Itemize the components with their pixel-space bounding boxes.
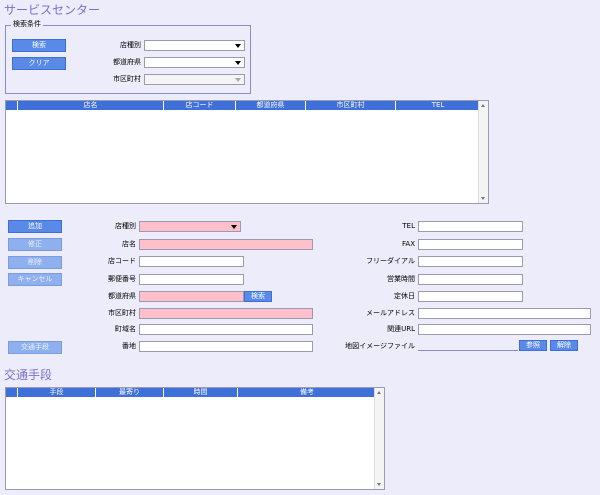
- column-transport-means[interactable]: 手段: [18, 388, 96, 397]
- column-notes[interactable]: 備考: [238, 388, 376, 397]
- holiday-label: 定休日: [394, 292, 415, 300]
- prefecture-input[interactable]: [139, 291, 244, 302]
- map-image-file-path: [418, 350, 518, 351]
- delete-button[interactable]: 削除: [8, 256, 62, 269]
- business-hours-label: 営業時間: [387, 275, 415, 283]
- tel-label: TEL: [402, 222, 415, 230]
- store-results-table[interactable]: 店名 店コード 都道府県 市区町村 TEL: [5, 100, 489, 204]
- clear-button[interactable]: クリア: [12, 57, 66, 70]
- prefecture-label: 都道府県: [108, 292, 136, 300]
- postal-code-input[interactable]: [139, 274, 244, 285]
- browse-button[interactable]: 参照: [519, 340, 547, 351]
- store-table-header: 店名 店コード 都道府県 市区町村 TEL: [6, 101, 480, 110]
- holiday-input[interactable]: [418, 291, 523, 302]
- column-store-name[interactable]: 店名: [18, 101, 164, 110]
- email-label: メールアドレス: [366, 309, 415, 317]
- scroll-up-icon[interactable]: [377, 391, 381, 394]
- cancel-button[interactable]: キャンセル: [8, 273, 62, 286]
- scroll-down-icon[interactable]: [377, 483, 381, 486]
- store-table-scrollbar[interactable]: [478, 101, 488, 203]
- column-tel[interactable]: TEL: [396, 101, 480, 110]
- address-label: 番地: [122, 342, 136, 350]
- postal-code-label: 郵便番号: [108, 275, 136, 283]
- search-store-type-label: 店種別: [120, 41, 141, 49]
- prefecture-search-button[interactable]: 検索: [244, 291, 272, 302]
- column-time[interactable]: 時間: [164, 388, 238, 397]
- fax-label: FAX: [402, 240, 415, 248]
- map-image-file-label: 地図イメージファイル: [345, 342, 415, 350]
- chevron-down-icon: [235, 61, 241, 65]
- search-conditions-legend: 検索条件: [11, 20, 43, 29]
- town-input[interactable]: [139, 324, 313, 335]
- scroll-down-icon[interactable]: [481, 197, 485, 200]
- chevron-down-icon: [235, 44, 241, 48]
- tel-input[interactable]: [418, 221, 523, 232]
- transport-button[interactable]: 交通手段: [8, 341, 62, 354]
- transport-table-scrollbar[interactable]: [374, 388, 384, 489]
- scroll-up-icon[interactable]: [481, 104, 485, 107]
- add-button[interactable]: 追加: [8, 220, 62, 233]
- row-selector-header: [6, 388, 18, 397]
- transport-table-header: 手段 最寄り 時間 備考: [6, 388, 376, 397]
- town-label: 町域名: [115, 325, 136, 333]
- column-nearest[interactable]: 最寄り: [96, 388, 164, 397]
- store-type-label: 店種別: [115, 222, 136, 230]
- search-city-select[interactable]: [144, 74, 245, 85]
- city-input[interactable]: [139, 308, 313, 319]
- column-prefecture[interactable]: 都道府県: [236, 101, 306, 110]
- chevron-down-icon: [231, 225, 237, 229]
- store-type-select[interactable]: [139, 221, 241, 232]
- free-dial-input[interactable]: [418, 256, 523, 267]
- fax-input[interactable]: [418, 239, 523, 250]
- free-dial-label: フリーダイアル: [366, 257, 415, 265]
- store-name-input[interactable]: [139, 239, 313, 250]
- store-code-input[interactable]: [139, 256, 244, 267]
- column-store-code[interactable]: 店コード: [164, 101, 236, 110]
- store-code-label: 店コード: [108, 257, 136, 265]
- remove-button[interactable]: 解除: [550, 340, 578, 351]
- search-city-label: 市区町村: [113, 75, 141, 83]
- search-prefecture-select[interactable]: [144, 57, 245, 68]
- address-input[interactable]: [139, 341, 313, 352]
- row-selector-header: [6, 101, 18, 110]
- transport-section-title: 交通手段: [4, 368, 53, 382]
- page-title: サービスセンター: [4, 3, 101, 17]
- search-button[interactable]: 検索: [12, 39, 66, 52]
- edit-button[interactable]: 修正: [8, 238, 62, 251]
- business-hours-input[interactable]: [418, 274, 523, 285]
- related-url-label: 関連URL: [387, 325, 415, 333]
- chevron-down-icon: [235, 78, 241, 82]
- email-input[interactable]: [418, 308, 591, 319]
- search-store-type-select[interactable]: [144, 40, 245, 51]
- column-city[interactable]: 市区町村: [306, 101, 396, 110]
- transport-table[interactable]: 手段 最寄り 時間 備考: [5, 387, 385, 490]
- city-label: 市区町村: [108, 309, 136, 317]
- search-prefecture-label: 都道府県: [113, 58, 141, 66]
- related-url-input[interactable]: [418, 324, 591, 335]
- store-name-label: 店名: [122, 240, 136, 248]
